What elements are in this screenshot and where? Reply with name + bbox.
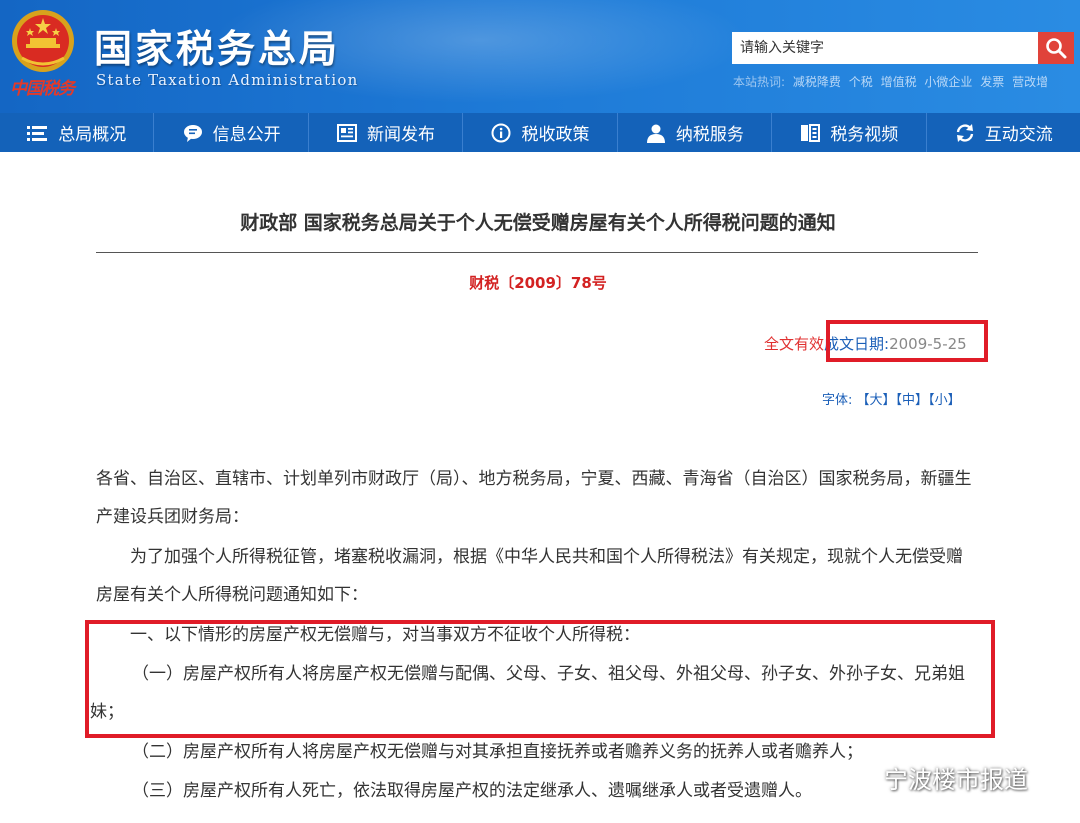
search-input[interactable] <box>732 32 1038 64</box>
nav-item-taxpayer-service[interactable]: 纳税服务 <box>618 113 773 152</box>
watermark-text: 宁波楼市报道 <box>884 766 1028 794</box>
hot-word-link[interactable]: 小微企业 <box>924 75 972 89</box>
hot-words-label: 本站热词: <box>733 75 786 89</box>
seal-logo-text: 中国税务 <box>10 79 75 99</box>
title-divider <box>96 252 978 253</box>
site-header: 中国税务 国家税务总局 State Taxation Administratio… <box>0 0 1080 113</box>
font-size-large-link[interactable]: 【大】 <box>857 393 896 408</box>
hot-word-link[interactable]: 发票 <box>980 75 1004 89</box>
nav-item-tax-video[interactable]: 税务视频 <box>772 113 927 152</box>
addressee-paragraph: 各省、自治区、直辖市、计划单列市财政厅（局）、地方税务局，宁夏、西藏、青海省（自… <box>96 469 972 527</box>
nav-item-label: 互动交流 <box>984 125 1053 145</box>
article-title: 财政部 国家税务总局关于个人无偿受赠房屋有关个人所得税问题的通知 <box>240 212 836 234</box>
main-nav: 总局概况 信息公开 新闻发布 税收政策 纳税服务 税务视频 互动交流 <box>0 113 1080 152</box>
nav-item-tax-policy[interactable]: 税收政策 <box>463 113 618 152</box>
search-icon <box>1046 38 1067 59</box>
font-size-medium-link[interactable]: 【中】 <box>896 393 929 408</box>
video-icon <box>799 123 821 143</box>
hot-word-link[interactable]: 减税降费 <box>793 75 841 89</box>
hot-words: 本站热词: 减税降费 个税 增值税 小微企业 发票 营改增 <box>733 73 1052 90</box>
nav-item-label: 税务视频 <box>830 125 899 145</box>
info-icon <box>490 123 512 143</box>
nav-item-label: 税收政策 <box>521 125 590 145</box>
date-highlight-box <box>826 320 988 362</box>
clause-highlight-box <box>85 620 995 738</box>
wechat-icon <box>843 764 874 789</box>
font-size-small-link[interactable]: 【小】 <box>928 393 961 408</box>
hot-word-link[interactable]: 增值税 <box>881 75 917 89</box>
menu-icon <box>27 123 49 143</box>
nav-item-label: 信息公开 <box>212 125 281 145</box>
watermark: 宁波楼市报道 <box>842 760 1028 795</box>
person-icon <box>645 123 667 143</box>
refresh-icon <box>954 123 976 143</box>
nav-item-interaction[interactable]: 互动交流 <box>927 113 1080 152</box>
nav-item-label: 纳税服务 <box>675 125 744 145</box>
font-size-selector: 字体: 【大】【中】【小】 <box>822 389 961 408</box>
nav-item-news[interactable]: 新闻发布 <box>309 113 464 152</box>
national-emblem-icon <box>12 10 74 72</box>
site-subtitle: State Taxation Administration <box>96 71 359 89</box>
nav-item-label: 新闻发布 <box>367 125 436 145</box>
chat-bubble-icon <box>182 123 204 143</box>
hot-word-link[interactable]: 营改增 <box>1012 75 1048 89</box>
hot-word-link[interactable]: 个税 <box>849 75 873 89</box>
newspaper-icon <box>336 123 358 143</box>
validity-status: 全文有效 <box>764 335 825 353</box>
search-button[interactable] <box>1038 32 1074 64</box>
font-size-label: 字体: <box>822 393 853 408</box>
nav-item-info-disclosure[interactable]: 信息公开 <box>154 113 309 152</box>
document-number: 财税〔2009〕78号 <box>469 274 607 292</box>
intro-paragraph: 为了加强个人所得税征管，堵塞税收漏洞，根据《中华人民共和国个人所得税法》有关规定… <box>96 547 963 605</box>
nav-item-label: 总局概况 <box>58 125 127 145</box>
site-title[interactable]: 国家税务总局 <box>94 18 340 73</box>
nav-item-overview[interactable]: 总局概况 <box>0 113 155 152</box>
